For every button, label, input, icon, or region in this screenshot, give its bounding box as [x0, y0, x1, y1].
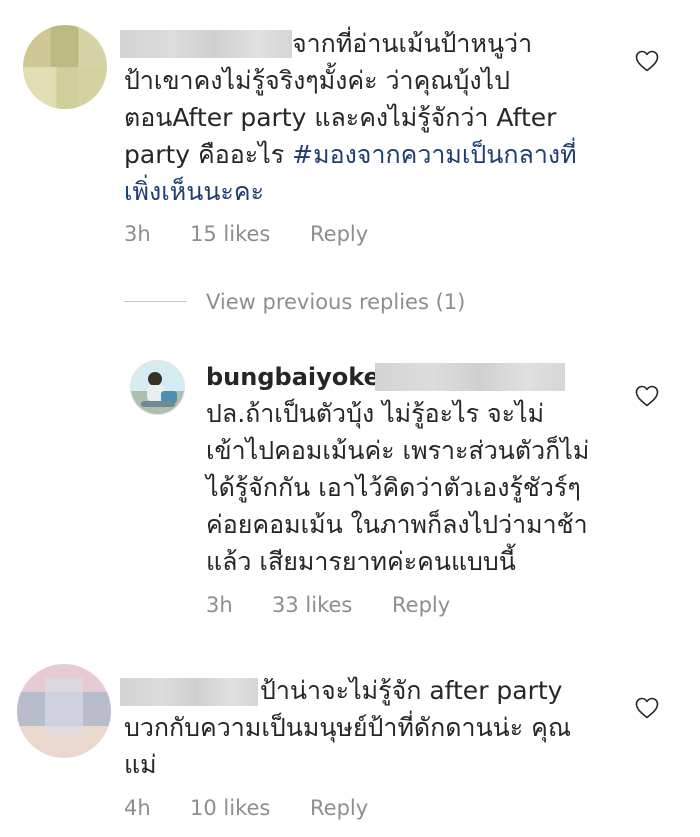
- redacted-username[interactable]: [120, 678, 258, 706]
- redacted-username[interactable]: [120, 30, 292, 58]
- comment-text-line: ปล.ถ้าเป็นตัวบุ้ง ไม่รู้อะไร จะไม่: [206, 399, 545, 428]
- comment-time: 3h: [124, 222, 151, 246]
- likes-count[interactable]: 10 likes: [190, 796, 310, 820]
- comment-text-line: ตอนAfter party และคงไม่รู้จักว่า After: [124, 103, 557, 132]
- redacted-text: [375, 363, 565, 391]
- comment-text-line: ป้าน่าจะไม่รู้จัก after party: [260, 676, 563, 705]
- hashtag-link-continued[interactable]: เพิ่งเห็นนะคะ: [124, 173, 264, 210]
- comment-text-line: ป้าเขาคงไม่รู้จริงๆมั้งค่ะ ว่าคุณบุ้งไป: [124, 66, 510, 95]
- comment-meta: 3h 15 likes Reply: [124, 222, 368, 246]
- view-previous-replies-button[interactable]: View previous replies (1): [206, 290, 465, 314]
- username-link[interactable]: bungbaiyoke: [206, 359, 380, 396]
- reply-button[interactable]: Reply: [310, 222, 368, 246]
- comment-text-line: ได้รู้จักกัน เอาไว้คิดว่าตัวเองรู้ชัวร์ๆ: [206, 473, 581, 502]
- avatar[interactable]: [130, 360, 185, 415]
- avatar-photo: [131, 361, 184, 414]
- hashtag-link[interactable]: #มองจากความเป็นกลางที่: [292, 140, 576, 169]
- avatar[interactable]: [17, 664, 111, 758]
- comment-text-line: ค่อยคอมเม้น ในภาพก็ลงไปว่ามาช้า: [206, 510, 588, 539]
- comment-text-line: แล้ว เสียมารยาทค่ะคนแบบนี้: [206, 547, 516, 576]
- comment-text-line: แม่: [124, 750, 157, 779]
- heart-outline-icon[interactable]: [635, 697, 659, 719]
- reply-button[interactable]: Reply: [310, 796, 368, 820]
- comment-text-line: party คืออะไร #มองจากความเป็นกลางที่: [124, 136, 577, 173]
- comment-meta: 4h 10 likes Reply: [124, 796, 368, 820]
- comment-meta: 3h 33 likes Reply: [206, 593, 450, 617]
- likes-count[interactable]: 15 likes: [190, 222, 310, 246]
- comment-text-line: บวกกับความเป็นมนุษย์ป้าที่ดักดานน่ะ คุณ: [124, 713, 572, 742]
- comment-time: 4h: [124, 796, 151, 820]
- avatar[interactable]: [23, 25, 107, 109]
- heart-outline-icon[interactable]: [635, 385, 659, 407]
- comment-text-line: เข้าไปคอมเม้นค่ะ เพราะส่วนตัวก็ไม่: [206, 436, 590, 465]
- comment-text-fragment: party คืออะไร: [124, 140, 293, 169]
- comment-text-line: จากที่อ่านเม้นป้าหนูว่า: [292, 29, 533, 58]
- reply-button[interactable]: Reply: [392, 593, 450, 617]
- divider: [124, 301, 187, 302]
- likes-count[interactable]: 33 likes: [272, 593, 392, 617]
- heart-outline-icon[interactable]: [635, 50, 659, 72]
- comment-time: 3h: [206, 593, 233, 617]
